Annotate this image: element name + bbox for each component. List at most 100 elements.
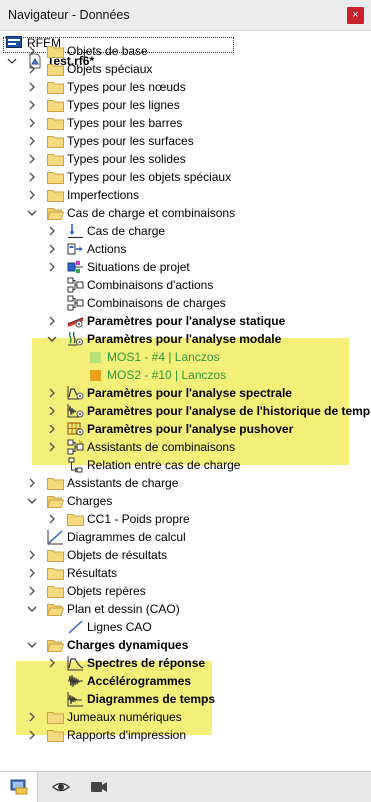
relation-icon (67, 457, 84, 473)
chevron-right-icon[interactable] (46, 654, 58, 672)
time-history-icon (67, 403, 84, 419)
navigator-tree[interactable]: RFEM Test.rf6* Objets de base Objets spéc… (0, 30, 371, 771)
tree-item-diagrammes-de-calcul[interactable]: Diagrammes de calcul (0, 528, 371, 546)
tree-item-rapports-impression[interactable]: Rapports d'impression (0, 726, 371, 744)
chevron-right-icon[interactable] (26, 42, 38, 60)
tree-item-label: Relation entre cas de charge (87, 458, 241, 472)
chevron-right-icon[interactable] (26, 78, 38, 96)
chevron-down-icon[interactable] (26, 204, 38, 222)
folder-icon (47, 97, 64, 113)
tree-item-objets-de-resultats[interactable]: Objets de résultats (0, 546, 371, 564)
tree-item-cas-de-charge[interactable]: Cas de charge (0, 222, 371, 240)
chevron-right-icon[interactable] (26, 582, 38, 600)
chevron-right-icon[interactable] (46, 438, 58, 456)
tree-item-label: MOS1 - #4 | Lanczos (107, 350, 220, 364)
chevron-down-icon[interactable] (26, 600, 38, 618)
tree-item-actions[interactable]: Actions (0, 240, 371, 258)
tree-item-label: Jumeaux numériques (67, 710, 182, 724)
chevron-right-icon[interactable] (26, 564, 38, 582)
tree-item-situations-de-projet[interactable]: Situations de projet (0, 258, 371, 276)
tree-item-label: Assistants de combinaisons (87, 440, 236, 454)
chevron-right-icon[interactable] (46, 420, 58, 438)
tree-item-label: CC1 - Poids propre (87, 512, 190, 526)
tab-views[interactable] (80, 772, 118, 802)
tree-item-types-lignes[interactable]: Types pour les lignes (0, 96, 371, 114)
folder-icon (47, 115, 64, 131)
tree-item-analyse-modale[interactable]: Paramètres pour l'analyse modale (0, 330, 371, 348)
tree-item-combinaisons-actions[interactable]: Combinaisons d'actions (0, 276, 371, 294)
chevron-right-icon[interactable] (26, 150, 38, 168)
tree-item-objets-de-base[interactable]: Objets de base (0, 42, 371, 60)
tree-item-cas-de-charge-et-combinaisons[interactable]: Cas de charge et combinaisons (0, 204, 371, 222)
tree-item-analyse-spectrale[interactable]: Paramètres pour l'analyse spectrale (0, 384, 371, 402)
chevron-right-icon[interactable] (26, 168, 38, 186)
chevron-right-icon[interactable] (26, 186, 38, 204)
folder-icon (47, 151, 64, 167)
folder-icon (47, 727, 64, 743)
tree-item-label: Objets de base (67, 44, 148, 58)
chevron-right-icon[interactable] (26, 60, 38, 78)
folder-icon (47, 79, 64, 95)
tree-item-accelerogrammes[interactable]: Accélérogrammes (0, 672, 371, 690)
tree-item-charges[interactable]: Charges (0, 492, 371, 510)
tree-item-types-surfaces[interactable]: Types pour les surfaces (0, 132, 371, 150)
tree-item-mos1[interactable]: MOS1 - #4 | Lanczos (0, 348, 371, 366)
tree-item-assistants-de-charge[interactable]: Assistants de charge (0, 474, 371, 492)
tree-item-label: Types pour les solides (67, 152, 186, 166)
tree-item-types-noeuds[interactable]: Types pour les nœuds (0, 78, 371, 96)
tree-item-combinaisons-charges[interactable]: Combinaisons de charges (0, 294, 371, 312)
tree-item-label: Types pour les nœuds (67, 80, 186, 94)
tree-item-jumeaux-numeriques[interactable]: Jumeaux numériques (0, 708, 371, 726)
chevron-right-icon[interactable] (26, 132, 38, 150)
window-titlebar: Navigateur - Données × (0, 0, 371, 30)
tree-item-label: Rapports d'impression (67, 728, 187, 742)
folder-icon (47, 709, 64, 725)
chevron-down-icon[interactable] (26, 492, 38, 510)
tree-item-lignes-cao[interactable]: Lignes CAO (0, 618, 371, 636)
chevron-right-icon[interactable] (46, 510, 58, 528)
tree-item-analyse-statique[interactable]: Paramètres pour l'analyse statique (0, 312, 371, 330)
tree-item-label: Paramètres pour l'analyse pushover (87, 422, 294, 436)
tab-display[interactable] (42, 772, 80, 802)
tree-item-resultats[interactable]: Résultats (0, 564, 371, 582)
chevron-right-icon[interactable] (46, 222, 58, 240)
chevron-right-icon[interactable] (46, 384, 58, 402)
chevron-right-icon[interactable] (46, 402, 58, 420)
chevron-down-icon[interactable] (46, 330, 58, 348)
tree-item-analyse-pushover[interactable]: Paramètres pour l'analyse pushover (0, 420, 371, 438)
close-button[interactable]: × (347, 7, 364, 24)
tree-item-label: Accélérogrammes (87, 674, 192, 688)
chevron-right-icon[interactable] (26, 114, 38, 132)
tree-item-cc1-poids-propre[interactable]: CC1 - Poids propre (0, 510, 371, 528)
tree-item-label: Charges dynamiques (67, 638, 189, 652)
design-diagram-icon (47, 529, 64, 545)
chevron-right-icon[interactable] (46, 240, 58, 258)
combination-icon (67, 277, 84, 293)
chevron-right-icon[interactable] (26, 546, 38, 564)
chevron-right-icon[interactable] (26, 726, 38, 744)
tree-item-relation-cas-charge[interactable]: Relation entre cas de charge (0, 456, 371, 474)
chevron-down-icon[interactable] (26, 636, 38, 654)
chevron-right-icon[interactable] (26, 474, 38, 492)
tree-item-types-barres[interactable]: Types pour les barres (0, 114, 371, 132)
tree-item-label: Paramètres pour l'analyse statique (87, 314, 286, 328)
tree-item-spectres-de-reponse[interactable]: Spectres de réponse (0, 654, 371, 672)
tree-item-diagrammes-de-temps[interactable]: Diagrammes de temps (0, 690, 371, 708)
navigator-tab-bar (0, 771, 371, 802)
tree-item-label: Paramètres pour l'analyse de l'historiqu… (87, 404, 371, 418)
tree-item-mos2[interactable]: MOS2 - #10 | Lanczos (0, 366, 371, 384)
tree-item-plan-et-dessin[interactable]: Plan et dessin (CAO) (0, 600, 371, 618)
chevron-right-icon[interactable] (26, 708, 38, 726)
chevron-right-icon[interactable] (46, 258, 58, 276)
chevron-right-icon[interactable] (26, 96, 38, 114)
chevron-right-icon[interactable] (46, 312, 58, 330)
tree-item-types-objets-speciaux[interactable]: Types pour les objets spéciaux (0, 168, 371, 186)
tree-item-objets-speciaux[interactable]: Objets spéciaux (0, 60, 371, 78)
tree-item-assistants-combinaisons[interactable]: Assistants de combinaisons (0, 438, 371, 456)
tab-data[interactable] (0, 772, 38, 802)
tree-item-analyse-historique-temps[interactable]: Paramètres pour l'analyse de l'historiqu… (0, 402, 371, 420)
tree-item-objets-reperes[interactable]: Objets repères (0, 582, 371, 600)
tree-item-types-solides[interactable]: Types pour les solides (0, 150, 371, 168)
tree-item-charges-dynamiques[interactable]: Charges dynamiques (0, 636, 371, 654)
tree-item-imperfections[interactable]: Imperfections (0, 186, 371, 204)
